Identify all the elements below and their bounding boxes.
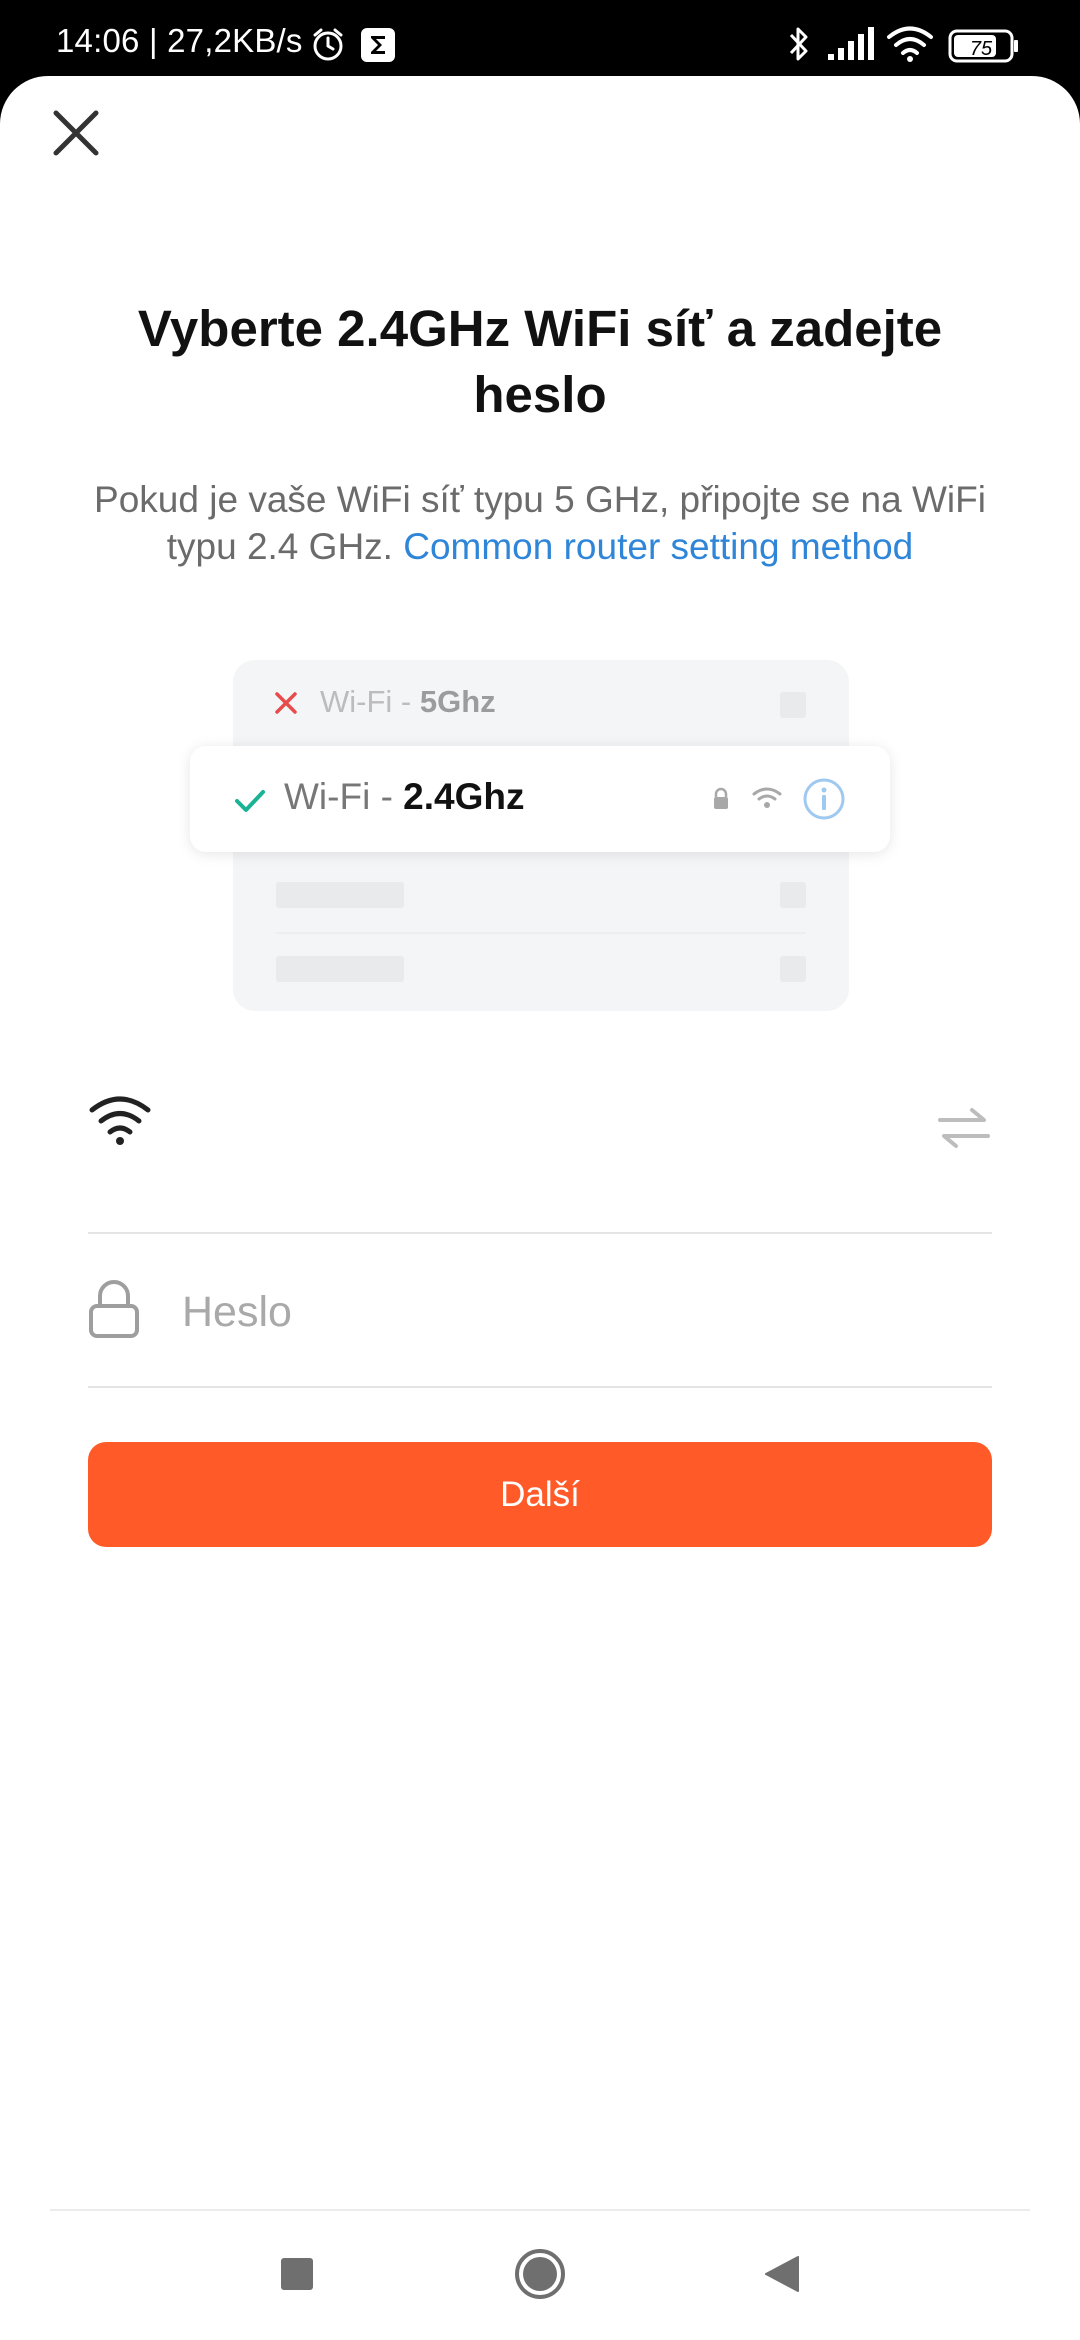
illustration-placeholder — [780, 692, 806, 718]
field-divider — [88, 1386, 992, 1388]
small-lock-icon — [714, 787, 728, 809]
signal-icon — [828, 27, 874, 60]
home-icon[interactable] — [514, 2248, 566, 2300]
illustration-placeholder-bar — [276, 956, 404, 982]
switch-network-icon[interactable] — [938, 1106, 990, 1150]
status-bar: 14:06 | 27,2KB/s 75 — [0, 0, 1080, 76]
status-time-speed: 14:06 | 27,2KB/s — [56, 22, 303, 59]
wifi-name-field[interactable] — [88, 1080, 992, 1232]
back-icon[interactable] — [764, 2255, 800, 2293]
alarm-icon — [313, 28, 343, 61]
illustration-row-24ghz-label: Wi-Fi - 2.4Ghz — [284, 776, 525, 817]
check-icon — [235, 790, 265, 812]
illustration-row-24ghz: Wi-Fi - 2.4Ghz — [190, 746, 890, 852]
nav-divider — [50, 2209, 1030, 2211]
info-icon — [803, 778, 845, 820]
illustration-divider — [276, 932, 806, 934]
sigma-app-icon — [361, 28, 395, 62]
page-title: Vyberte 2.4GHz WiFi síť a zadejte heslo — [137, 300, 943, 423]
recents-icon[interactable] — [280, 2257, 314, 2291]
password-input[interactable] — [182, 1282, 962, 1342]
bluetooth-icon — [789, 27, 808, 61]
illustration-placeholder — [780, 882, 806, 908]
page-subtitle: Pokud je vaše WiFi síť typu 5 GHz, připo… — [70, 476, 1010, 570]
password-field[interactable] — [88, 1236, 992, 1386]
wifi-icon — [89, 1096, 151, 1145]
cross-icon — [275, 692, 297, 714]
small-wifi-icon — [752, 787, 782, 808]
illustration-placeholder — [780, 956, 806, 982]
battery-icon: 75 — [948, 29, 1018, 63]
illustration-row-5ghz: Wi-Fi - 5Ghz — [320, 684, 496, 719]
router-setting-link[interactable]: Common router setting method — [403, 526, 913, 567]
field-divider — [88, 1232, 992, 1234]
close-icon[interactable] — [48, 105, 104, 161]
battery-level: 75 — [970, 38, 993, 60]
illustration-placeholder-bar — [276, 882, 404, 908]
wifi-status-icon — [887, 26, 933, 62]
next-button[interactable]: Další — [88, 1442, 992, 1547]
lock-icon — [89, 1280, 139, 1338]
